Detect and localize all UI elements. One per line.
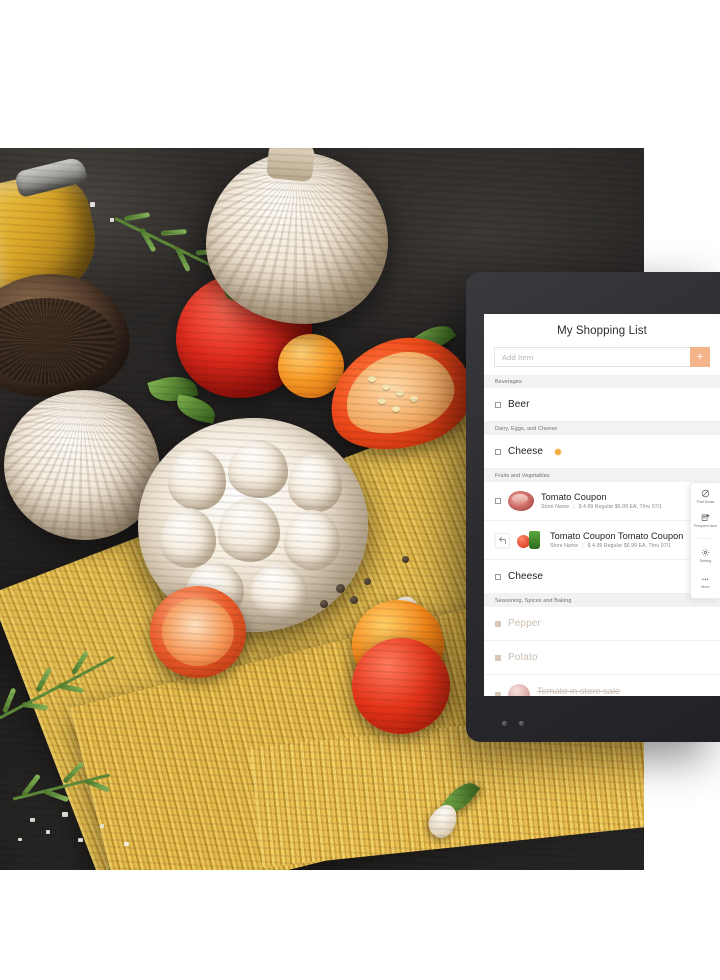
- tablet-sensor-dots: [502, 721, 524, 726]
- checkbox[interactable]: [495, 692, 501, 696]
- list-item[interactable]: Tomato Coupon Store Name | $ 4.99 Regula…: [484, 482, 720, 521]
- section-header-dairy: Dairy, Eggs, and Cheese: [484, 422, 720, 435]
- toolbar-item-find-deals[interactable]: Find Deals: [691, 489, 720, 504]
- floating-toolbar: Find Deals Frequent Item Setting ••• Mor…: [690, 482, 720, 599]
- product-thumbnail: [517, 530, 543, 550]
- price-detail: $ 4.99 Regular $6.99 EA, Thru 07/1: [587, 542, 672, 549]
- checkbox[interactable]: [495, 448, 501, 455]
- detail-separator: |: [573, 503, 575, 510]
- toolbar-divider: [696, 537, 715, 539]
- checkbox[interactable]: [495, 654, 501, 661]
- product-thumbnail: [508, 491, 534, 511]
- find-deals-icon: [701, 489, 710, 498]
- toolbar-label-more: More: [701, 585, 710, 590]
- list-item-label: Beer: [508, 399, 530, 410]
- list-item-texts: Tomato Coupon Store Name | $ 4.99 Regula…: [541, 492, 662, 510]
- product-thumbnail: [508, 684, 530, 696]
- list-item-label: Cheese: [508, 446, 544, 457]
- page-title: My Shopping List: [557, 325, 647, 337]
- list-item-label: Tomato Coupon: [541, 492, 607, 503]
- setting-icon: [701, 548, 710, 557]
- list-scroll-area[interactable]: Beverages Beer Dairy, Eggs, and Cheese C…: [484, 375, 720, 696]
- tablet-screen: My Shopping List Add Item + Beverages Be…: [484, 314, 720, 696]
- camera-dot: [502, 721, 507, 726]
- toolbar-item-frequent-item[interactable]: Frequent Item: [691, 513, 720, 528]
- checkbox[interactable]: [495, 401, 501, 408]
- store-name: Store Name: [550, 542, 579, 549]
- list-item[interactable]: Tomato in store sale Save $4.00 · Use by…: [484, 675, 720, 696]
- section-header-fruits: Fruits and Vegetables: [484, 469, 720, 482]
- list-item-texts: Tomato in store sale Save $4.00 · Use by…: [537, 686, 620, 696]
- undo-icon: [499, 536, 506, 544]
- tablet-device: My Shopping List Add Item + Beverages Be…: [466, 272, 720, 742]
- sensor-dot: [519, 721, 524, 726]
- section-header-beverages: Beverages: [484, 375, 720, 388]
- detail-separator: |: [582, 542, 584, 549]
- frequent-item-icon: [701, 514, 710, 522]
- more-icon: •••: [701, 577, 710, 584]
- list-item[interactable]: Pepper: [484, 607, 720, 641]
- toolbar-item-setting[interactable]: Setting: [691, 548, 720, 563]
- toolbar-label-setting: Setting: [699, 558, 712, 563]
- list-item-label: Cheese: [508, 571, 544, 582]
- list-item-detail: Store Name | $ 4.99 Regular $6.99 EA, Th…: [550, 543, 683, 549]
- undo-button[interactable]: [495, 532, 510, 548]
- add-item-input[interactable]: Add Item: [494, 347, 690, 367]
- checkbox[interactable]: [495, 573, 501, 580]
- list-item-texts: Tomato Coupon Tomato Coupon Store Name |…: [550, 531, 683, 549]
- store-name: Store Name: [541, 503, 570, 510]
- toolbar-label-frequent-item: Frequent Item: [693, 524, 718, 529]
- list-item[interactable]: Cheese: [484, 435, 720, 469]
- toolbar-label-find-deals: Find Deals: [696, 500, 715, 504]
- add-item-button[interactable]: +: [690, 347, 710, 367]
- list-item-label: Tomato Coupon Tomato Coupon: [550, 531, 684, 542]
- list-item[interactable]: Potato: [484, 641, 720, 675]
- page-root: My Shopping List Add Item + Beverages Be…: [0, 0, 720, 980]
- list-item[interactable]: Cheese: [484, 560, 720, 594]
- list-item[interactable]: Beer: [484, 388, 720, 422]
- checkbox[interactable]: [495, 620, 501, 627]
- list-item[interactable]: Tomato Coupon Tomato Coupon Store Name |…: [484, 521, 720, 560]
- price-detail: $ 4.99 Regular $6.99 EA, Thru 07/1: [578, 503, 663, 510]
- shopping-list-app: My Shopping List Add Item + Beverages Be…: [484, 314, 720, 696]
- list-item-label: Tomato in store sale: [537, 686, 621, 696]
- toolbar-item-more[interactable]: ••• More: [691, 577, 720, 590]
- list-item-label: Potato: [508, 652, 538, 663]
- section-header-seasoning: Seasoning, Spices and Baking: [484, 594, 720, 607]
- list-item-label: Pepper: [508, 618, 541, 629]
- checkbox[interactable]: [495, 498, 501, 504]
- add-item-row: Add Item +: [484, 347, 720, 375]
- list-item-detail: Store Name | $ 4.99 Regular $6.99 EA, Th…: [541, 504, 662, 510]
- deal-badge-icon: [555, 448, 562, 455]
